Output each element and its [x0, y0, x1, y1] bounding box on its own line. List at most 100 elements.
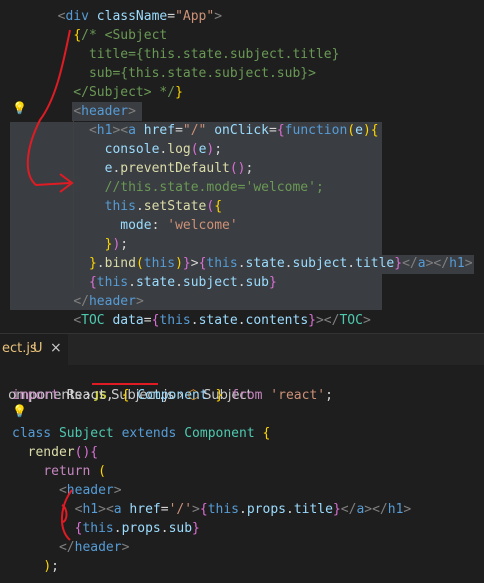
code-token: div	[65, 9, 89, 24]
code-line[interactable]: //this.state.mode='welcome';	[42, 178, 324, 197]
code-token: :	[151, 218, 168, 233]
code-line[interactable]: title={this.state.subject.title}	[42, 45, 339, 64]
code-token: >	[113, 483, 122, 498]
code-line[interactable]: console.log(e);	[42, 140, 222, 159]
code-token: title	[355, 256, 395, 271]
code-token: {	[88, 275, 97, 290]
code-line[interactable]: <h1><a href="/" onClick={function(e){	[42, 121, 379, 140]
code-token: =	[160, 502, 169, 517]
code-token: import	[12, 388, 59, 403]
code-token: this	[104, 199, 136, 214]
tab-label: ect.js	[2, 341, 37, 356]
code-token: a	[113, 502, 122, 517]
code-token: {	[214, 199, 223, 214]
code-line[interactable]: <header>	[42, 102, 136, 121]
code-token: </	[340, 502, 357, 517]
code-line[interactable]: <h1><a href='/'>{this.props.title}</a></…	[12, 500, 412, 519]
code-line[interactable]: </header>	[42, 292, 143, 311]
code-line[interactable]: mode: 'welcome'	[42, 216, 237, 235]
code-token: console	[104, 142, 160, 157]
code-token: }	[192, 521, 200, 536]
code-line[interactable]: class Subject extends Component {	[12, 424, 270, 443]
code-line[interactable]: {/* <Subject	[42, 26, 167, 45]
code-token: subject	[292, 256, 348, 271]
code-token: ;	[51, 559, 59, 574]
code-token: ;	[245, 161, 254, 176]
code-token: </	[73, 294, 89, 309]
lightbulb-icon[interactable]: 💡	[12, 404, 27, 418]
code-line[interactable]: this.setState({	[42, 197, 222, 216]
code-token: setState	[143, 199, 207, 214]
code-token: .	[347, 256, 356, 271]
code-line[interactable]: });	[42, 235, 128, 254]
code-line[interactable]: );	[12, 557, 59, 576]
code-token: this	[143, 256, 176, 271]
code-line[interactable]: <div className="App">	[42, 7, 222, 26]
code-token: return	[43, 464, 91, 479]
code-token: ()	[74, 445, 91, 460]
code-token: bind	[104, 256, 136, 271]
code-token: >	[214, 9, 223, 24]
code-token: "/"	[182, 123, 207, 138]
code-line[interactable]: import React, { Component } from 'react'…	[12, 386, 333, 405]
code-token: title={this.state.subject.title}	[42, 47, 340, 62]
editor-pane-subject[interactable]: 💡 import React, { Component } from 'reac…	[0, 364, 484, 583]
code-line[interactable]: </Subject> */}	[42, 83, 183, 102]
code-token: }	[308, 313, 316, 328]
code-line[interactable]: <header>	[12, 481, 122, 500]
code-line[interactable]: {this.props.sub}	[12, 519, 200, 538]
code-token: }	[182, 256, 191, 271]
code-token: header	[88, 294, 136, 309]
code-line[interactable]: </header>	[12, 538, 129, 557]
code-token: =	[143, 313, 152, 328]
code-token: }	[269, 275, 277, 290]
code-token: .	[160, 521, 169, 536]
code-token: </Subject> */	[42, 85, 176, 100]
close-icon[interactable]: ×	[50, 340, 62, 356]
code-token: >	[190, 256, 199, 271]
code-token: ;	[120, 237, 129, 252]
code-token: onClick	[206, 123, 270, 138]
tab-subject-js[interactable]: ect.js U ×	[0, 334, 68, 366]
code-token: ;	[325, 388, 333, 403]
code-token: {	[73, 28, 82, 43]
code-token: this	[96, 275, 129, 290]
code-token: "App"	[175, 9, 215, 24]
code-line[interactable]: return (	[12, 462, 106, 481]
code-token: >	[362, 313, 371, 328]
code-token: header	[81, 104, 129, 119]
code-line[interactable]: {this.state.subject.sub}	[42, 273, 277, 292]
code-token: //this.state.mode='welcome';	[104, 180, 324, 195]
code-token: header	[66, 483, 114, 498]
code-token: a	[417, 256, 426, 271]
code-token: mode	[120, 218, 152, 233]
code-line[interactable]: render(){	[12, 443, 98, 462]
code-token: h1	[387, 502, 404, 517]
code-token: function	[284, 123, 348, 138]
code-line[interactable]: e.preventDefault();	[42, 159, 254, 178]
code-token: =	[175, 123, 183, 138]
code-token: sub={this.state.subject.sub}>	[42, 66, 316, 81]
editor-pane-app[interactable]: 💡 <div className="App"> {/* <Subject tit…	[0, 0, 484, 333]
lightbulb-icon[interactable]: 💡	[12, 101, 27, 115]
code-line[interactable]: }.bind(this)}>{this.state.subject.title}…	[42, 254, 473, 273]
code-line[interactable]: sub={this.state.subject.sub}>	[42, 64, 316, 83]
code-token: =	[167, 9, 176, 24]
code-token: '/'	[168, 502, 193, 517]
code-token: (	[347, 123, 356, 138]
code-token: class	[12, 426, 52, 441]
code-line[interactable]: <TOC data={this.state.contents}></TOC>	[42, 311, 371, 330]
code-token: .	[239, 502, 247, 517]
code-token: ></	[315, 313, 340, 328]
code-token: {	[199, 502, 208, 517]
code-token: )	[362, 123, 371, 138]
